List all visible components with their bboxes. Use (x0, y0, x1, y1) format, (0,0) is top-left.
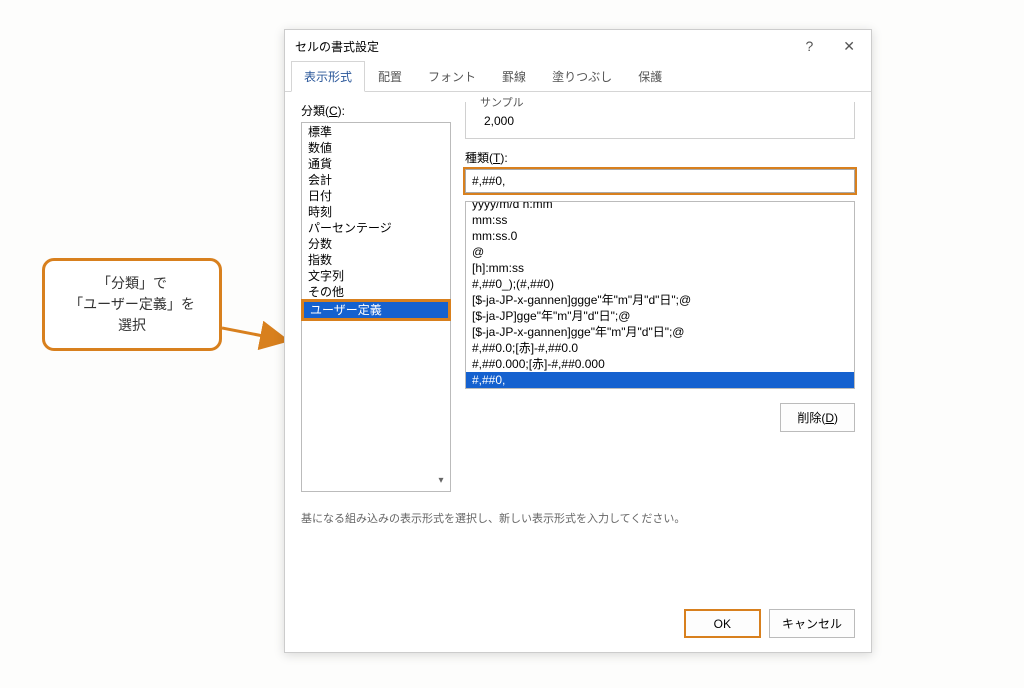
type-item[interactable]: #,##0, (466, 372, 854, 388)
type-item[interactable]: #,##0.0;[赤]-#,##0.0 (466, 340, 854, 356)
type-item[interactable]: [$-ja-JP]gge"年"m"月"d"日";@ (466, 308, 854, 324)
close-icon[interactable]: ✕ (837, 36, 861, 57)
type-item[interactable]: @ (466, 244, 854, 260)
dialog-footer: OK キャンセル (684, 609, 855, 638)
cat-percentage[interactable]: パーセンテージ (302, 220, 450, 236)
tab-number[interactable]: 表示形式 (291, 61, 365, 92)
delete-button[interactable]: 削除(D) (780, 403, 855, 432)
type-item[interactable]: mm:ss (466, 212, 854, 228)
cat-number[interactable]: 数値 (302, 140, 450, 156)
type-listbox[interactable]: yyyy/m/d h:mm mm:ss mm:ss.0 @ [h]:mm:ss … (465, 201, 855, 389)
callout-category: 「分類」で 「ユーザー定義」を 選択 (42, 258, 222, 351)
cat-general[interactable]: 標準 (302, 124, 450, 140)
cat-time[interactable]: 時刻 (302, 204, 450, 220)
cat-special[interactable]: その他 (302, 284, 450, 300)
cat-scientific[interactable]: 指数 (302, 252, 450, 268)
cat-fraction[interactable]: 分数 (302, 236, 450, 252)
sample-label: サンプル (476, 94, 528, 110)
help-icon[interactable]: ? (799, 36, 819, 57)
cat-custom[interactable]: ユーザー定義 (302, 300, 450, 320)
callout-text: 「分類」で 「ユーザー定義」を 選択 (63, 273, 201, 336)
dialog-title: セルの書式設定 (295, 38, 379, 55)
type-item[interactable]: [$-ja-JP-x-gannen]ggge"年"m"月"d"日";@ (466, 292, 854, 308)
titlebar: セルの書式設定 ? ✕ (285, 30, 871, 61)
tabbar: 表示形式 配置 フォント 罫線 塗りつぶし 保護 (285, 61, 871, 92)
cancel-button[interactable]: キャンセル (769, 609, 855, 638)
format-cells-dialog: セルの書式設定 ? ✕ 表示形式 配置 フォント 罫線 塗りつぶし 保護 分類(… (284, 29, 872, 653)
category-label: 分類(C): (301, 102, 451, 119)
type-item[interactable]: [h]:mm:ss (466, 260, 854, 276)
type-item[interactable]: #,##0.000;[赤]-#,##0.000 (466, 356, 854, 372)
type-item[interactable]: mm:ss.0 (466, 228, 854, 244)
dialog-body: 分類(C): 標準 数値 通貨 会計 日付 時刻 パーセンテージ 分数 指数 文… (285, 92, 871, 540)
category-listbox[interactable]: 標準 数値 通貨 会計 日付 時刻 パーセンテージ 分数 指数 文字列 その他 … (301, 122, 451, 492)
ok-button[interactable]: OK (684, 609, 761, 638)
cat-text[interactable]: 文字列 (302, 268, 450, 284)
tab-font[interactable]: フォント (415, 61, 489, 92)
sample-value: 2,000 (478, 110, 842, 130)
tab-fill[interactable]: 塗りつぶし (539, 61, 625, 92)
tab-alignment[interactable]: 配置 (365, 61, 415, 92)
type-item[interactable]: yyyy/m/d h:mm (466, 201, 854, 212)
type-item[interactable]: #,##0_);(#,##0) (466, 276, 854, 292)
hint-text: 基になる組み込みの表示形式を選択し、新しい表示形式を入力してください。 (301, 510, 855, 526)
cat-date[interactable]: 日付 (302, 188, 450, 204)
type-label: 種類(T): (465, 149, 855, 166)
chevron-down-icon[interactable]: ▾ (434, 475, 448, 489)
tab-border[interactable]: 罫線 (489, 61, 539, 92)
sample-box: サンプル 2,000 (465, 102, 855, 139)
cat-currency[interactable]: 通貨 (302, 156, 450, 172)
cat-accounting[interactable]: 会計 (302, 172, 450, 188)
type-item[interactable]: [$-ja-JP-x-gannen]gge"年"m"月"d"日";@ (466, 324, 854, 340)
type-input[interactable] (465, 169, 855, 193)
tab-protection[interactable]: 保護 (625, 61, 675, 92)
